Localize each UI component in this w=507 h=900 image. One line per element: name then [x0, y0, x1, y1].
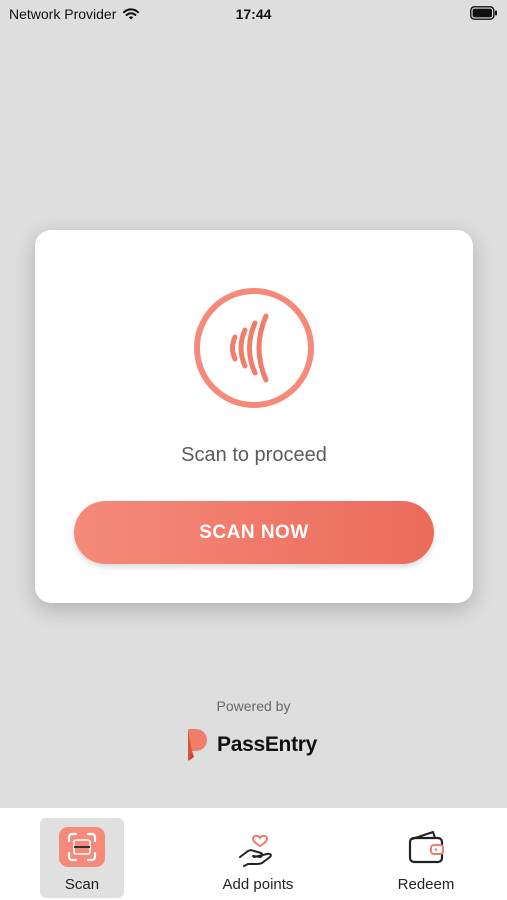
nfc-contactless-icon	[192, 286, 316, 410]
wallet-icon	[402, 826, 450, 868]
battery-icon	[470, 6, 498, 23]
scan-card: Scan to proceed SCAN NOW	[35, 230, 473, 603]
tab-add-points[interactable]: Add points	[203, 818, 313, 900]
brand-logo: PassEntry	[185, 726, 317, 764]
clock: 17:44	[235, 6, 272, 22]
tab-label: Scan	[64, 876, 100, 893]
tab-redeem[interactable]: Redeem	[380, 818, 472, 900]
tab-scan[interactable]: Scan	[40, 818, 124, 898]
tab-bar: Scan Add points Redeem	[0, 808, 507, 900]
brand-name: PassEntry	[217, 733, 318, 756]
powered-by-label: Powered by	[216, 698, 291, 714]
hand-heart-icon	[234, 826, 282, 868]
tab-label: Add points	[222, 876, 294, 893]
tab-label: Redeem	[397, 876, 455, 893]
passentry-logo-icon	[188, 729, 207, 761]
status-bar: Network Provider 17:44	[0, 0, 507, 30]
scan-prompt: Scan to proceed	[181, 444, 327, 466]
scan-now-button[interactable]: SCAN NOW	[74, 501, 434, 564]
scan-icon	[58, 826, 106, 868]
